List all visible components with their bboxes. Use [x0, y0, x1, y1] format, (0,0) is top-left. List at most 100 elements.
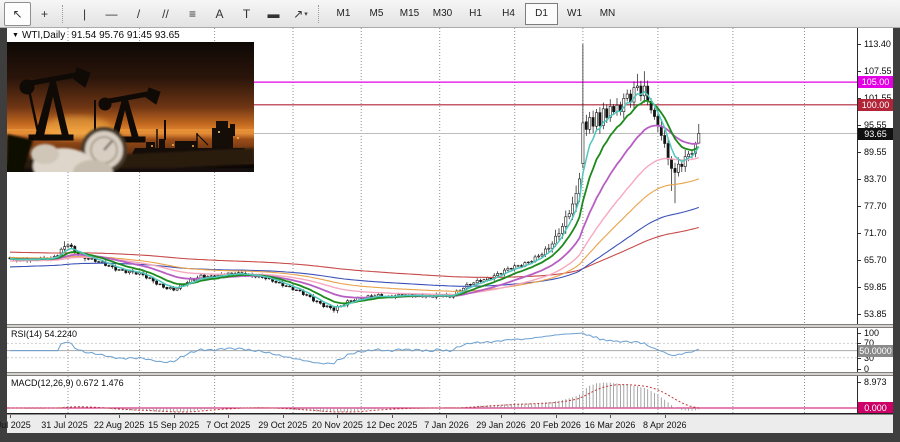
date-label: 12 Dec 2025: [366, 420, 417, 430]
date-label: 15 Sep 2025: [148, 420, 199, 430]
vertical-line-tool[interactable]: |: [71, 2, 98, 26]
symbol-dropdown-icon[interactable]: ▼: [12, 32, 19, 39]
text-tool[interactable]: A: [206, 2, 233, 26]
axis-tick-mark: [858, 287, 861, 288]
timeframe-w1[interactable]: W1: [558, 3, 591, 25]
price-tick-label: 65.70: [864, 255, 887, 265]
price-tick-label: 89.55: [864, 147, 887, 157]
rsi-tick-label: 100: [864, 328, 879, 338]
ma-orange: [10, 179, 699, 292]
toolbar-separator: [62, 5, 67, 23]
axis-tick-mark: [858, 333, 861, 334]
fibonacci-tool[interactable]: ≡: [179, 2, 206, 26]
chart-symbol-title: WTI,Daily: [22, 30, 65, 41]
date-tick-mark: [10, 415, 11, 418]
pane-separator[interactable]: [7, 324, 893, 328]
rsi-line: [10, 333, 699, 364]
timeframe-h1[interactable]: H1: [459, 3, 492, 25]
date-label: 7 Jan 2026: [424, 420, 469, 430]
dropdown-caret-icon[interactable]: ▾: [304, 10, 308, 18]
horizontal-line-tool[interactable]: —: [98, 2, 125, 26]
axis-tick-mark: [858, 314, 861, 315]
rsi-current-value: 54.2240: [45, 329, 78, 339]
price-tick-label: 83.70: [864, 174, 887, 184]
trendline-tool[interactable]: /: [125, 2, 152, 26]
date-tick-mark: [665, 415, 666, 418]
toolbar-separator: [318, 5, 323, 23]
date-tick-mark: [174, 415, 175, 418]
date-label: 7 Oct 2025: [206, 420, 250, 430]
macd-indicator-label: MACD(12,26,9) 0.672 1.476: [11, 378, 124, 388]
rsi-level-badge: 50.0000: [858, 345, 893, 357]
date-label: 22 Aug 2025: [94, 420, 145, 430]
price-axis[interactable]: 113.40107.55101.5595.5589.5583.7077.7071…: [857, 28, 893, 414]
price-tick-label: 77.70: [864, 201, 887, 211]
axis-tick-mark: [858, 179, 861, 180]
date-tick-mark: [228, 415, 229, 418]
timeframe-d1[interactable]: D1: [525, 3, 558, 25]
date-tick-mark: [392, 415, 393, 418]
price-tick-label: 113.40: [864, 39, 891, 49]
price-tick-label: 107.55: [864, 66, 892, 76]
level-price-badge: 100.00: [858, 99, 893, 111]
shapes-tool[interactable]: ▬: [260, 2, 287, 26]
timeframe-m5[interactable]: M5: [360, 3, 393, 25]
timeframe-m15[interactable]: M15: [393, 3, 426, 25]
price-tick-label: 59.85: [864, 282, 887, 292]
axis-tick-mark: [858, 206, 861, 207]
axis-tick-mark: [858, 44, 861, 45]
axis-tick-mark: [858, 260, 861, 261]
news-photo-oil-field: [7, 42, 254, 172]
date-label: 31 Jul 2025: [41, 420, 88, 430]
current-price-badge: 93.65: [858, 128, 893, 140]
date-tick-mark: [65, 415, 66, 418]
arrows-tool[interactable]: ↗▾: [287, 2, 314, 26]
date-tick-mark: [283, 415, 284, 418]
price-tick-label: 71.70: [864, 228, 887, 238]
axis-tick-mark: [858, 71, 861, 72]
price-tick-label: 53.85: [864, 309, 887, 319]
macd-pane-canvas[interactable]: [7, 376, 857, 413]
date-label: 9 Jul 2025: [0, 420, 31, 430]
mt4-window: { "toolbar": { "tools": [ {"name":"curso…: [0, 0, 900, 442]
date-label: 8 Apr 2026: [643, 420, 687, 430]
macd-current-values: 0.672 1.476: [76, 378, 124, 388]
toolbar: ↖+|—///≡AT▬↗▾M1M5M15M30H1H4D1W1MN: [0, 0, 900, 28]
chart-area: ▼WTI,Daily 91.54 95.76 91.45 93.65: [7, 28, 893, 433]
label-tool[interactable]: T: [233, 2, 260, 26]
level-price-badge: 105.00: [858, 76, 893, 88]
chart-title-row: ▼WTI,Daily 91.54 95.76 91.45 93.65: [12, 30, 180, 41]
date-label: 29 Jan 2026: [476, 420, 526, 430]
axis-tick-mark: [858, 358, 861, 359]
rsi-pane-canvas[interactable]: [7, 328, 857, 372]
ma-red-slow: [10, 228, 699, 278]
cursor-tool[interactable]: ↖: [4, 2, 31, 26]
chart-ohlc-values: 91.54 95.76 91.45 93.65: [71, 30, 179, 41]
macd-tick-label: 8.973: [864, 377, 887, 387]
date-label: 20 Nov 2025: [312, 420, 363, 430]
pane-separator[interactable]: [7, 372, 893, 376]
date-tick-mark: [446, 415, 447, 418]
axis-tick-mark: [858, 382, 861, 383]
axis-tick-mark: [858, 369, 861, 370]
rsi-indicator-label: RSI(14) 54.2240: [11, 329, 77, 339]
timeframe-mn[interactable]: MN: [591, 3, 624, 25]
axis-tick-mark: [858, 125, 861, 126]
date-tick-mark: [119, 415, 120, 418]
date-tick-mark: [337, 415, 338, 418]
plot-border: [7, 413, 893, 414]
timeframe-m1[interactable]: M1: [327, 3, 360, 25]
crosshair-tool[interactable]: +: [31, 2, 58, 26]
timeframe-h4[interactable]: H4: [492, 3, 525, 25]
date-label: 20 Feb 2026: [530, 420, 581, 430]
date-axis[interactable]: 9 Jul 202531 Jul 202522 Aug 202515 Sep 2…: [7, 414, 893, 433]
timeframe-m30[interactable]: M30: [426, 3, 459, 25]
date-tick-mark: [610, 415, 611, 418]
axis-tick-mark: [858, 152, 861, 153]
axis-tick-mark: [858, 233, 861, 234]
date-label: 29 Oct 2025: [258, 420, 307, 430]
date-label: 16 Mar 2026: [585, 420, 636, 430]
equidistant-channel-tool[interactable]: //: [152, 2, 179, 26]
ma-pink: [10, 158, 699, 295]
date-tick-mark: [556, 415, 557, 418]
